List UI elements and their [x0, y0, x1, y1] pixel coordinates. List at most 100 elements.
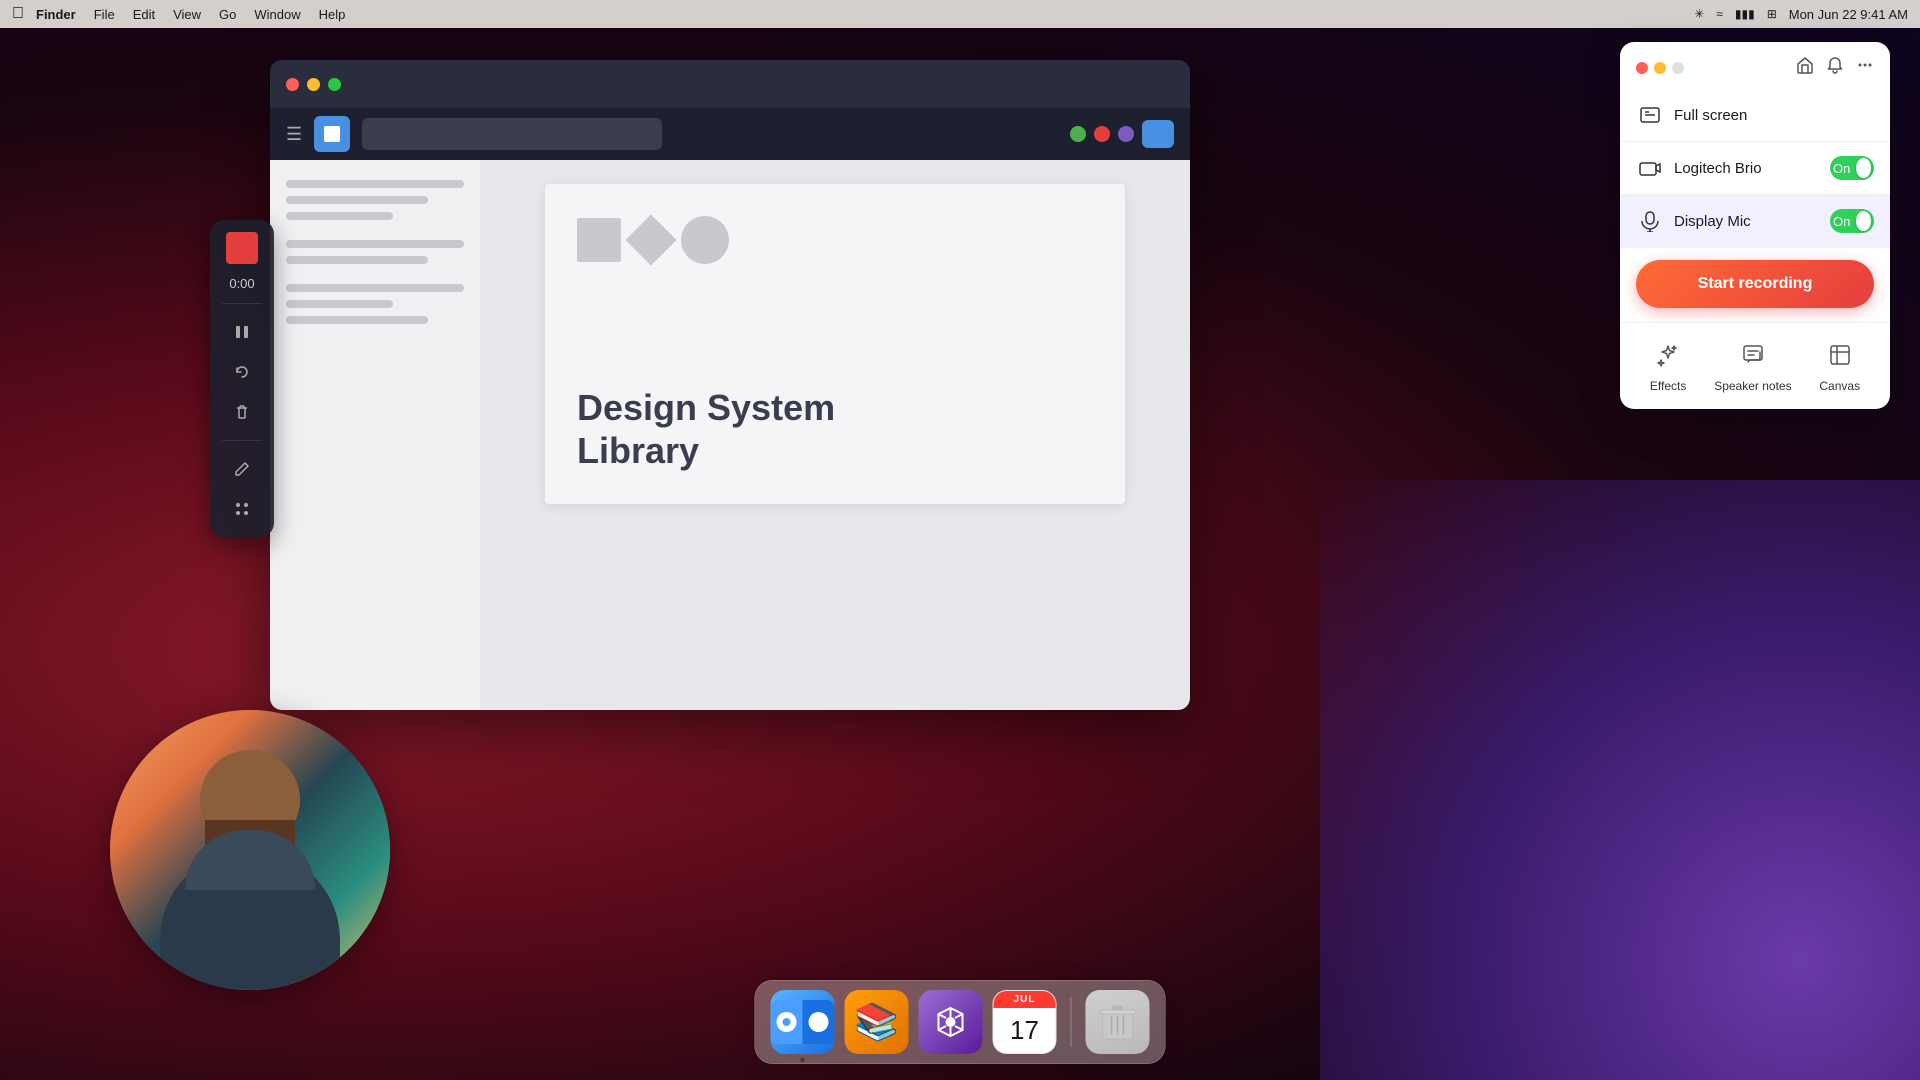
- mic-toggle-knob: [1856, 211, 1871, 231]
- dock-icon-perplexity[interactable]: [919, 990, 983, 1054]
- sidebar-line: [286, 256, 428, 264]
- maximize-button[interactable]: [328, 78, 341, 91]
- toolbar-action-button[interactable]: [1142, 120, 1174, 148]
- window-main: Design System Library: [480, 160, 1190, 710]
- start-recording-label: Start recording: [1698, 275, 1813, 293]
- slide-shapes: [577, 216, 729, 264]
- panel-camera-item[interactable]: Logitech Brio On: [1620, 142, 1890, 195]
- menubar-items: Finder File Edit View Go Window Help: [36, 7, 345, 22]
- speaker-notes-label: Speaker notes: [1714, 379, 1791, 393]
- toolbar-right: [1070, 120, 1174, 148]
- menubar-right: ✳ ≈ ▮▮▮ ⊞ Mon Jun 22 9:41 AM: [1694, 7, 1908, 22]
- sidebar-line: [286, 240, 464, 248]
- panel-zoom-button[interactable]: [1672, 62, 1684, 74]
- panel-minimize-button[interactable]: [1654, 62, 1666, 74]
- mic-toggle[interactable]: On: [1830, 209, 1874, 233]
- minimize-button[interactable]: [307, 78, 320, 91]
- undo-button[interactable]: [226, 356, 258, 388]
- panel-action-canvas[interactable]: Canvas: [1819, 337, 1860, 393]
- panel-full-screen-item[interactable]: Full screen: [1620, 89, 1890, 142]
- menubar-window[interactable]: Window: [254, 7, 300, 22]
- slide-title-line1: Design System: [577, 387, 835, 428]
- camera-toggle[interactable]: On: [1830, 156, 1874, 180]
- menubar:  Finder File Edit View Go Window Help ✳…: [0, 0, 1920, 28]
- dock-active-indicator: [801, 1058, 805, 1062]
- window-sidebar: [270, 160, 480, 710]
- camera-icon: [1636, 154, 1664, 182]
- brightness-icon: ✳: [1694, 7, 1704, 21]
- sidebar-group-2: [286, 240, 464, 264]
- recording-timer: 0:00: [229, 276, 254, 291]
- more-options-icon[interactable]: [1856, 56, 1874, 79]
- menubar-help[interactable]: Help: [319, 7, 346, 22]
- shape-circle: [681, 216, 729, 264]
- stop-recording-button[interactable]: [226, 232, 258, 264]
- shape-diamond: [626, 215, 677, 266]
- sidebar-line: [286, 180, 464, 188]
- menubar-edit[interactable]: Edit: [133, 7, 155, 22]
- camera-label: Logitech Brio: [1674, 160, 1830, 177]
- home-icon[interactable]: [1796, 56, 1814, 79]
- panel-traffic-lights: [1636, 62, 1684, 74]
- dock: 📚 JUL 17: [755, 980, 1166, 1064]
- microphone-icon: [1636, 207, 1664, 235]
- menubar-view[interactable]: View: [173, 7, 201, 22]
- sidebar-line: [286, 212, 393, 220]
- calendar-month-label: JUL: [994, 991, 1056, 1008]
- app-window: ☰: [270, 60, 1190, 710]
- sidebar-line: [286, 284, 464, 292]
- menubar-app-name[interactable]: Finder: [36, 7, 76, 22]
- start-recording-button[interactable]: Start recording: [1636, 260, 1874, 308]
- toolbar-tab-active[interactable]: [314, 116, 350, 152]
- controlcenter-icon[interactable]: ⊞: [1767, 7, 1777, 21]
- menubar-go[interactable]: Go: [219, 7, 236, 22]
- dock-icon-finder[interactable]: [771, 990, 835, 1054]
- toolbar-dot-green: [1070, 126, 1086, 142]
- recording-panel: Full screen Logitech Brio On Display Mic: [1620, 42, 1890, 409]
- sidebar-group-3: [286, 284, 464, 324]
- full-screen-label: Full screen: [1674, 107, 1874, 124]
- battery-icon: ▮▮▮: [1735, 7, 1755, 21]
- pause-button[interactable]: [226, 316, 258, 348]
- apple-menu-icon[interactable]: : [12, 5, 24, 23]
- panel-actions: Effects Speaker notes Canvas: [1620, 323, 1890, 409]
- slide-title: Design System Library: [577, 386, 835, 472]
- floating-toolbar: 0:00: [210, 220, 274, 537]
- dock-icon-books[interactable]: 📚: [845, 990, 909, 1054]
- menubar-file[interactable]: File: [94, 7, 115, 22]
- hamburger-menu-icon[interactable]: ☰: [286, 124, 302, 145]
- panel-mic-item[interactable]: Display Mic On: [1620, 195, 1890, 248]
- close-button[interactable]: [286, 78, 299, 91]
- dock-icon-trash[interactable]: [1086, 990, 1150, 1054]
- window-toolbar: ☰: [270, 108, 1190, 160]
- sidebar-line: [286, 196, 428, 204]
- wifi-icon: ≈: [1716, 7, 1723, 21]
- mic-label: Display Mic: [1674, 213, 1830, 230]
- camera-toggle-label: On: [1833, 161, 1850, 176]
- slide-title-line2: Library: [577, 430, 699, 471]
- toolbar-divider-2: [222, 440, 262, 441]
- sidebar-line: [286, 316, 428, 324]
- panel-action-speaker-notes[interactable]: Speaker notes: [1714, 337, 1791, 393]
- canvas-label: Canvas: [1819, 379, 1860, 393]
- bell-icon[interactable]: [1826, 56, 1844, 79]
- toolbar-divider: [222, 303, 262, 304]
- panel-close-button[interactable]: [1636, 62, 1648, 74]
- slide-preview: Design System Library: [545, 184, 1125, 504]
- toolbar-dot-purple: [1118, 126, 1134, 142]
- toolbar-search-bar[interactable]: [362, 118, 662, 150]
- toolbar-dot-red: [1094, 126, 1110, 142]
- mic-toggle-label: On: [1833, 214, 1850, 229]
- speaker-notes-icon: [1735, 337, 1771, 373]
- webcam-feed: [110, 710, 390, 990]
- sidebar-group-1: [286, 180, 464, 220]
- dock-icon-calendar[interactable]: JUL 17: [993, 990, 1057, 1054]
- panel-action-effects[interactable]: Effects: [1650, 337, 1686, 393]
- calendar-day-label: 17: [994, 1008, 1056, 1053]
- delete-button[interactable]: [226, 396, 258, 428]
- sidebar-line: [286, 300, 393, 308]
- effects-button[interactable]: [226, 493, 258, 525]
- panel-header-actions: [1796, 56, 1874, 79]
- pen-button[interactable]: [226, 453, 258, 485]
- full-screen-icon: [1636, 101, 1664, 129]
